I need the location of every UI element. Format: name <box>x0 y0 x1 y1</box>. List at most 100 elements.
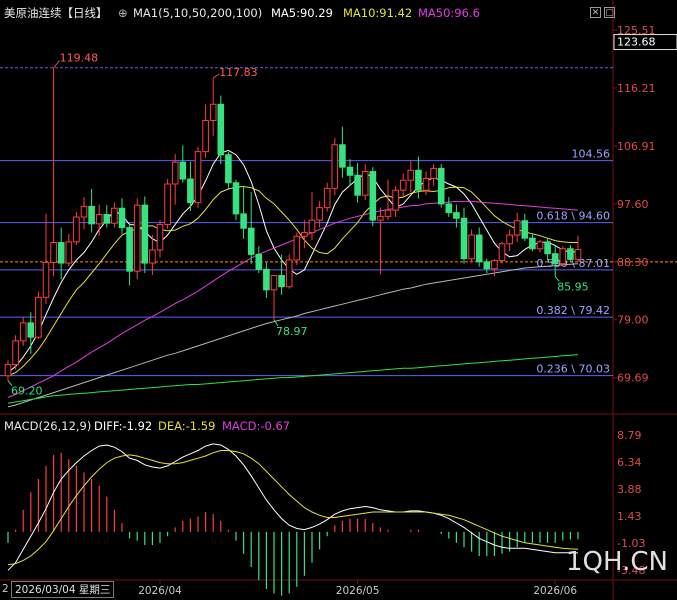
y-tick-label: 69.69 <box>617 372 649 385</box>
candle-body <box>270 275 278 291</box>
current-price-label: 123.68 <box>617 36 656 49</box>
watermark: 1QH.CN <box>566 547 668 577</box>
candle-body <box>316 207 323 221</box>
candle-body <box>513 220 521 236</box>
candle-body <box>95 214 103 225</box>
candle-body <box>149 249 156 264</box>
candle-body <box>536 241 544 250</box>
y-tick-label: 79.00 <box>617 314 649 327</box>
ma50-value: MA50:96.6 <box>418 6 480 20</box>
candle-body <box>278 275 285 288</box>
candle-body <box>50 242 57 263</box>
chart-root: { "header": { "symbol": "美原油连续", "period… <box>0 0 677 600</box>
candle-body <box>422 177 430 191</box>
candle-body <box>80 205 88 218</box>
ma-params: MA1(5,10,50,200,100) <box>133 6 263 20</box>
y-tick-label: 88.30 <box>617 256 649 269</box>
y-tick-label: 106.91 <box>617 140 656 153</box>
candle-body <box>323 187 331 209</box>
candle-body <box>346 166 354 176</box>
candle-body <box>88 205 95 225</box>
fib-label: 104.56 <box>572 148 611 161</box>
candle-body <box>559 248 567 265</box>
x-tick-label: 2026/05 <box>336 585 380 597</box>
macd-label: MACD(26,12,9) <box>4 419 92 433</box>
annotation-low: 85.95 <box>557 280 589 293</box>
candle-body <box>301 232 308 237</box>
candle-body <box>217 103 225 156</box>
candle-body <box>331 144 339 189</box>
candle-body <box>141 204 149 264</box>
candle-body <box>453 212 460 219</box>
candle-body <box>384 209 392 217</box>
candle-body <box>42 261 50 298</box>
candle-body <box>521 220 529 239</box>
candle-body <box>460 217 468 260</box>
cursor-date: 2026/03/04 星期三 <box>11 581 115 598</box>
candle-body <box>339 144 346 168</box>
candle-body <box>126 227 133 272</box>
annotation-high: 119.48 <box>60 52 99 65</box>
candle-body <box>475 234 483 263</box>
macd-y-tick-label: 8.79 <box>617 429 642 442</box>
macd-y-tick-label: 1.43 <box>617 510 642 523</box>
candle-body <box>445 203 453 214</box>
moving-averages <box>7 149 579 408</box>
close-icon[interactable]: ✕ <box>590 7 601 18</box>
candle-body <box>308 219 316 234</box>
candle-body <box>293 235 301 261</box>
candle-body <box>240 213 247 229</box>
candle-body <box>232 182 240 215</box>
candle-body <box>437 167 445 205</box>
y-tick-label: 116.21 <box>617 82 656 95</box>
candle-body <box>399 179 407 191</box>
candle-body <box>551 253 559 265</box>
macd-dea-line <box>7 450 579 566</box>
annotation-low: 69.20 <box>11 385 43 398</box>
x-tick-label: 2026/04 <box>138 585 182 597</box>
candle-body <box>12 340 19 366</box>
candle-body <box>506 234 513 245</box>
candle-body <box>118 207 126 229</box>
candle-body <box>156 223 164 251</box>
candle-body <box>361 171 369 196</box>
macd-y-tick-label: 3.88 <box>617 483 642 496</box>
macd-y-tick-label: 6.34 <box>617 456 642 469</box>
candle-body <box>430 167 437 179</box>
price-annotations: 119.48 117.83 78.97 69.20 85.95 <box>7 52 589 398</box>
symbol-name: 美原油连续 <box>4 6 62 20</box>
candle-body <box>73 216 80 243</box>
fib-label: 0.382 \ 79.42 <box>536 304 610 317</box>
annotation-high: 117.83 <box>219 66 258 79</box>
x-tick-label: 2026/06 <box>533 585 577 597</box>
candle-body <box>247 227 255 255</box>
candle-body <box>225 154 232 184</box>
candle-body <box>483 261 491 270</box>
candle-body <box>491 260 498 270</box>
macd-diff-line <box>7 443 579 571</box>
candle-body <box>65 241 73 264</box>
candle-body <box>498 243 506 262</box>
date-edge-char: 2 <box>2 583 9 595</box>
candle-body <box>285 259 293 288</box>
candle-body <box>255 253 263 270</box>
zoom-button[interactable]: ⊕ <box>118 6 128 20</box>
candle-body <box>415 169 422 191</box>
expand-icon[interactable]: ▢ <box>604 7 615 18</box>
symbol-title: 美原油连续【日线】 <box>4 6 108 20</box>
candle-body <box>103 214 111 224</box>
chart-canvas: 104.560.618 \ 94.600.500 \ 87.010.382 \ … <box>0 0 677 600</box>
candle-body <box>574 248 582 260</box>
candle-body <box>179 161 187 180</box>
period-label: 【日线】 <box>61 6 108 20</box>
ma-line-ma50 <box>7 200 579 398</box>
candle-body <box>354 174 361 196</box>
candle-body <box>369 171 377 221</box>
annotation-low: 78.97 <box>276 325 308 338</box>
ma10-value: MA10:91.42 <box>343 6 413 20</box>
fib-label: 0.236 \ 70.03 <box>536 363 610 376</box>
candle-body <box>263 268 270 291</box>
candle-body <box>209 103 217 121</box>
price-axis: 125.51116.21106.9197.6088.3079.0069.6912… <box>613 24 677 385</box>
candle-body <box>529 237 536 250</box>
